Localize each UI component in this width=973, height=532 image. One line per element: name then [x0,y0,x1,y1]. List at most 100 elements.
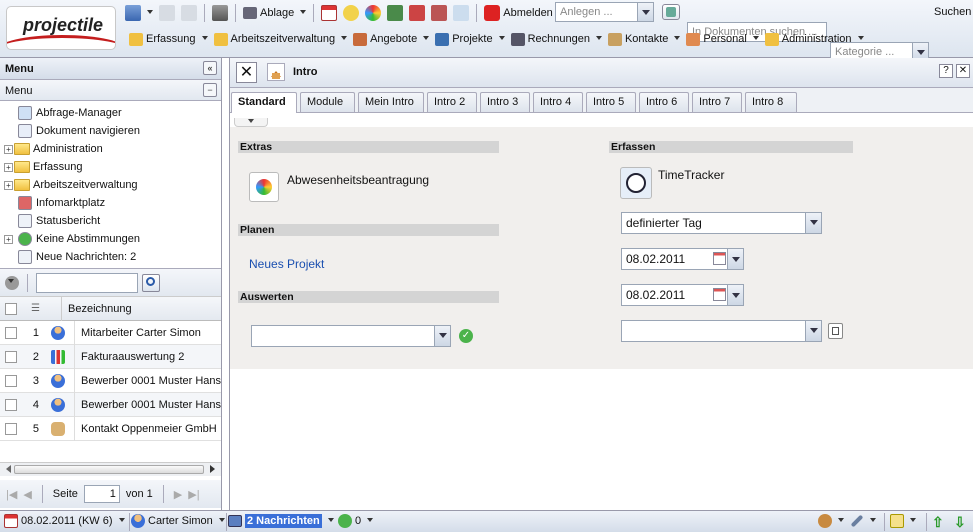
tab-intro-7[interactable]: Intro 7 [692,92,742,112]
close-panel-icon[interactable]: ✕ [956,64,970,78]
date-2-dropdown[interactable] [727,284,744,306]
notes-button[interactable] [450,2,472,24]
tab-intro-4[interactable]: Intro 4 [533,92,583,112]
prev-page-icon[interactable]: ◀ [23,488,31,501]
absence-request-button[interactable] [249,172,279,202]
notes-menu[interactable] [890,514,916,528]
tab-standard[interactable]: Standard [231,92,297,113]
day-select[interactable]: definierter Tag [621,212,822,234]
scroll-down-icon[interactable]: ⇩ [954,514,966,531]
scroll-right-icon[interactable] [210,465,219,473]
projectile-logo[interactable]: projectile [6,6,116,50]
chevron-down-icon[interactable] [805,213,821,233]
chevron-down-icon[interactable] [434,326,450,346]
messages-status[interactable]: 2 Nachrichten [228,514,334,528]
next-page-icon[interactable]: ▶ [174,488,182,501]
tab-intro-6[interactable]: Intro 6 [639,92,689,112]
tab-mein-intro[interactable]: Mein Intro [358,92,424,112]
windows-menu-button[interactable] [122,2,156,24]
timetracker-button[interactable] [620,167,652,199]
menu-tree-item[interactable]: + Keine Abstimmungen [4,230,221,248]
back-button[interactable] [156,2,178,24]
calendar-icon[interactable] [713,252,726,265]
contacts-menu[interactable] [818,514,844,528]
help-icon[interactable]: ? [939,64,953,78]
menu-tree-item[interactable]: Infomarktplatz [4,194,221,212]
anlegen-combobox[interactable]: Anlegen ... [555,2,654,22]
approvals-status[interactable]: 0 [338,514,373,528]
booking-select[interactable] [621,320,822,342]
last-page-icon[interactable]: ▶| [188,488,199,501]
table-row[interactable]: 4 Bewerber 0001 Muster Hans [0,392,221,417]
menu-projekte[interactable]: Projekte [432,28,507,50]
menu-kontakte[interactable]: Kontakte [605,28,683,50]
select-all-checkbox[interactable] [5,302,17,315]
menu-tree-item[interactable]: Statusbericht [4,212,221,230]
date-status[interactable]: 08.02.2011 (KW 6) [4,514,125,528]
menu-tree-item[interactable]: + Administration [4,140,221,158]
absence-button[interactable] [362,2,384,24]
tools-menu[interactable] [850,514,876,528]
collapse-panel-button[interactable]: « [203,61,217,75]
tab-intro-5[interactable]: Intro 5 [586,92,636,112]
date-field-2[interactable]: 08.02.2011 [621,284,730,306]
menu-erfassung[interactable]: Erfassung [126,28,211,50]
column-header-bezeichnung[interactable]: Bezeichnung [61,296,132,321]
tab-intro-2[interactable]: Intro 2 [427,92,477,112]
calendar-button[interactable] [318,2,340,24]
minimize-button[interactable]: − [203,83,217,97]
menu-arbeitszeitverwaltung[interactable]: Arbeitszeitverwaltung [211,28,351,50]
row-checkbox[interactable] [5,350,17,363]
home-icon[interactable] [267,63,285,81]
new-project-link[interactable]: Neues Projekt [249,257,324,271]
chevron-down-icon[interactable] [637,3,653,21]
horizontal-scrollbar[interactable] [0,462,221,476]
expand-icon[interactable]: + [4,234,13,244]
menu-tree-item[interactable]: + Erfassung [4,158,221,176]
tab-module[interactable]: Module [300,92,355,112]
row-checkbox[interactable] [5,374,17,387]
forward-button[interactable] [178,2,200,24]
grid-search-input[interactable] [36,272,138,293]
scroll-thumb[interactable] [14,465,204,474]
menu-administration[interactable]: Administration [762,28,867,50]
toggle-toolbar-button[interactable] [234,118,268,127]
menu-tree-item[interactable]: Neue Nachrichten: 2 [4,248,221,266]
scroll-up-icon[interactable]: ⇧ [932,514,944,531]
date-1-dropdown[interactable] [727,248,744,270]
timetracker-button[interactable] [340,2,362,24]
page-input[interactable]: 1 [83,485,120,503]
expand-icon[interactable]: + [4,162,13,172]
new-item-button[interactable] [662,4,680,20]
date-field-1[interactable]: 08.02.2011 [621,248,730,270]
row-checkbox[interactable] [5,398,17,411]
menu-tree-item[interactable]: + Arbeitszeitverwaltung [4,176,221,194]
print-button[interactable] [209,2,231,24]
table-row[interactable]: 2 Fakturaauswertung 2 [0,344,221,369]
row-checkbox[interactable] [5,422,17,435]
menu-tree-item[interactable]: Dokument navigieren [4,122,221,140]
row-checkbox[interactable] [5,326,17,339]
table-row[interactable]: 5 Kontakt Oppenmeier GmbH [0,416,221,441]
menu-angebote[interactable]: Angebote [350,28,432,50]
close-icon[interactable]: ✕ [236,62,257,83]
module-button[interactable] [406,2,428,24]
first-page-icon[interactable]: |◀ [6,488,17,501]
evaluation-select[interactable] [251,325,451,347]
chevron-down-icon[interactable] [805,321,821,341]
logout-button[interactable]: Abmelden [481,2,556,24]
menu-personal[interactable]: Personal [683,28,761,50]
open-booking-icon[interactable] [828,323,843,339]
grid-search-button[interactable] [142,273,160,292]
absence-request-link[interactable]: Abwesenheitsbeantragung [287,173,429,187]
network-button[interactable] [428,2,450,24]
search-button[interactable]: Suchen [934,6,971,18]
user-status[interactable]: Carter Simon [131,514,225,528]
menu-tree-item[interactable]: Abfrage-Manager [4,104,221,122]
expand-icon[interactable]: + [4,180,13,190]
confirm-check-icon[interactable]: ✓ [459,329,473,343]
document-button[interactable] [384,2,406,24]
expand-icon[interactable]: + [4,144,13,154]
ablage-button[interactable]: Ablage [240,2,309,24]
tab-intro-8[interactable]: Intro 8 [745,92,797,112]
